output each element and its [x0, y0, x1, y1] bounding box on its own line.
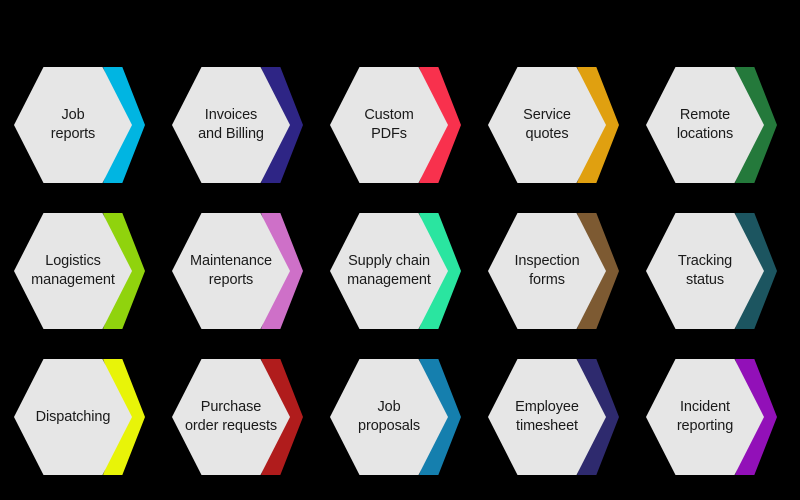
hexagon-label: Service quotes	[523, 107, 571, 142]
hexagon-cell[interactable]: Inspection forms	[488, 203, 632, 348]
hexagon-label: Custom PDFs	[364, 107, 414, 142]
hexagon-label: Maintenance reports	[190, 253, 272, 288]
hexagon-label: Supply chain management	[347, 253, 431, 288]
hexagon-label: Logistics management	[31, 253, 115, 288]
hexagon-cell[interactable]: Supply chain management	[330, 203, 474, 348]
hexagon-label: Employee timesheet	[515, 399, 579, 434]
hexagon-label: Purchase order requests	[184, 399, 278, 434]
hexagon-cell[interactable]: Remote locations	[646, 57, 790, 202]
hexagon-cell[interactable]: Service quotes	[488, 57, 632, 202]
hexagon-row: Dispatching Purchase order requests Job pr…	[0, 349, 800, 494]
hexagon-cell[interactable]: Maintenance reports	[172, 203, 316, 348]
hexagon-label: Tracking status	[677, 253, 733, 288]
hexagon-cell[interactable]: Dispatching	[14, 349, 158, 494]
hexagon-label: Job proposals	[358, 399, 420, 434]
hexagon-cell[interactable]: Incident reporting	[646, 349, 790, 494]
hexagon-cell[interactable]: Tracking status	[646, 203, 790, 348]
hexagon-cell[interactable]: Invoices and Billing	[172, 57, 316, 202]
hexagon-cell[interactable]: Job proposals	[330, 349, 474, 494]
hexagon-cell[interactable]: Logistics management	[14, 203, 158, 348]
hexagon-label: Invoices and Billing	[198, 107, 264, 142]
hexagon-cell[interactable]: Employee timesheet	[488, 349, 632, 494]
hexagon-label: Dispatching	[35, 408, 111, 425]
hexagon-row: Job reports Invoices and Billing Custom PD…	[0, 57, 800, 202]
hexagon-label: Remote locations	[676, 107, 734, 142]
hexagon-cell[interactable]: Purchase order requests	[172, 349, 316, 494]
hexagon-label: Inspection forms	[514, 253, 580, 288]
hexagon-cell[interactable]: Job reports	[14, 57, 158, 202]
hexagon-label: Job reports	[50, 107, 96, 142]
hexagon-cell[interactable]: Custom PDFs	[330, 57, 474, 202]
hexagon-process-diagram: Job reports Invoices and Billing Custom PD…	[0, 0, 800, 500]
hexagon-label: Incident reporting	[676, 399, 734, 434]
hexagon-row: Logistics management Maintenance reports S…	[0, 203, 800, 348]
